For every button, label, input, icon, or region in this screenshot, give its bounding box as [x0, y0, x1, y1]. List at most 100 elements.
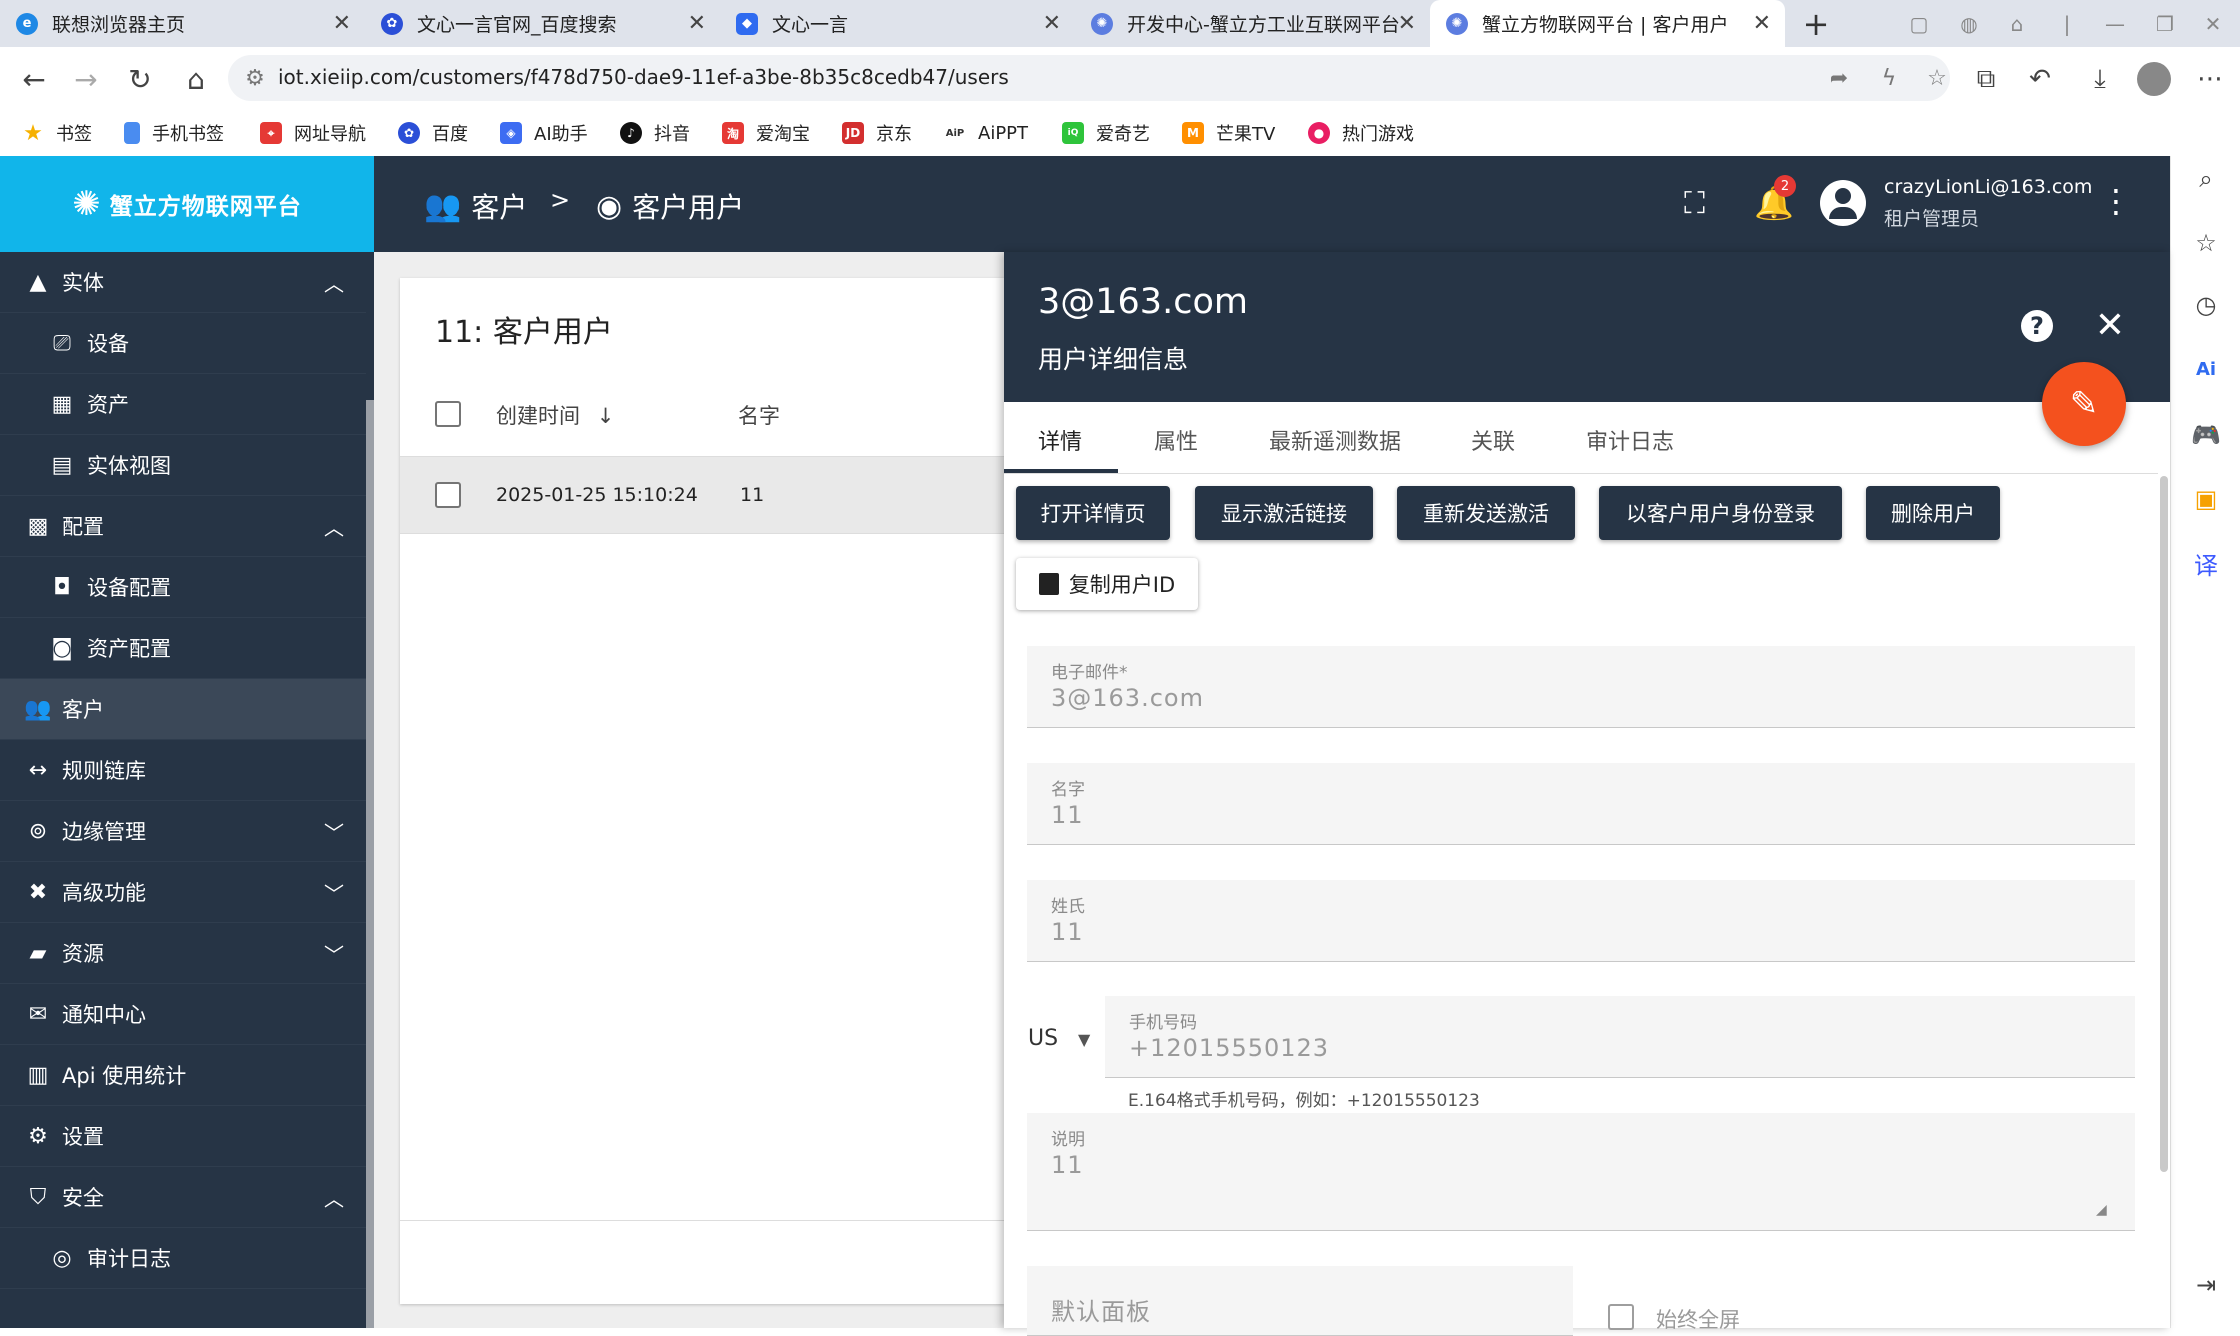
close-icon[interactable]: ✕ [1753, 11, 1771, 36]
always-fullscreen-checkbox[interactable] [1608, 1304, 1634, 1330]
browser-tab[interactable]: e 联想浏览器主页 ✕ [0, 0, 365, 47]
bookmark-item[interactable]: 手机书签 [124, 117, 224, 149]
sidebar-item-entities[interactable]: ▲ 实体 ︿ [0, 252, 366, 313]
gamepad-icon[interactable]: 🎮 [2189, 418, 2223, 452]
home-icon[interactable]: ⌂ [176, 59, 216, 99]
restore-icon[interactable]: ❐ [2148, 8, 2182, 40]
bookmark-item[interactable]: ✿ 百度 [398, 117, 468, 149]
row-checkbox[interactable] [435, 482, 461, 508]
first-name-field[interactable]: 名字 11 [1027, 763, 2135, 845]
sidebar-item-assets[interactable]: ▦ 资产 [0, 374, 366, 435]
resend-activation-button[interactable]: 重新发送激活 [1397, 486, 1575, 540]
chevron-down-icon[interactable]: ﹀ [324, 939, 344, 968]
new-tab-plus-icon[interactable]: + [1796, 4, 1836, 44]
sidebar-item-asset-profiles[interactable]: ◙ 资产配置 [0, 618, 366, 679]
app-logo[interactable]: ✺ 蟹立方物联网平台 [0, 156, 374, 252]
chevron-up-icon[interactable]: ︿ [324, 1183, 344, 1212]
chevron-down-icon[interactable]: ﹀ [324, 878, 344, 907]
tab-latest-telemetry[interactable]: 最新遥测数据 [1269, 424, 1401, 456]
more-vert-icon[interactable]: ⋮ [2100, 182, 2132, 220]
collapse-panel-icon[interactable]: ⇥ [2189, 1268, 2223, 1302]
reload-icon[interactable]: ↻ [120, 59, 160, 99]
url-bar[interactable]: ⚙ iot.xieiip.com/customers/f478d750-dae9… [228, 55, 1950, 101]
browser-tab[interactable]: ✺ 开发中心-蟹立方工业互联网平台 ✕ [1075, 0, 1430, 47]
dropdown-caret-icon[interactable]: ▼ [1078, 1030, 1090, 1049]
last-name-field[interactable]: 姓氏 11 [1027, 880, 2135, 962]
email-field[interactable]: 电子邮件* 3@163.com [1027, 646, 2135, 728]
fullscreen-icon[interactable]: ⛶ [1684, 186, 1705, 221]
user-avatar-icon[interactable] [1820, 180, 1866, 226]
close-icon[interactable]: ✕ [688, 11, 706, 36]
sidebar-item-advanced[interactable]: ✖ 高级功能 ﹀ [0, 862, 366, 923]
back-arrow-icon[interactable]: ← [14, 59, 54, 99]
sidebar-item-customers[interactable]: 👥 客户 [0, 679, 366, 740]
browser-tab[interactable]: ◆ 文心一言 ✕ [720, 0, 1075, 47]
sidebar-item-device-profiles[interactable]: ◘ 设备配置 [0, 557, 366, 618]
show-activation-link-button[interactable]: 显示激活链接 [1195, 486, 1373, 540]
close-icon[interactable]: ✕ [333, 11, 351, 36]
undo-history-icon[interactable]: ↶ [2020, 59, 2060, 99]
close-icon[interactable]: ✕ [2090, 305, 2130, 346]
chevron-down-icon[interactable]: ﹀ [324, 817, 344, 846]
sidebar-item-settings[interactable]: ⚙ 设置 [0, 1106, 366, 1167]
profile-avatar-icon[interactable] [2134, 59, 2174, 99]
copy-user-id-button[interactable]: 复制用户ID [1016, 558, 1198, 610]
close-icon[interactable]: ✕ [1398, 11, 1416, 36]
open-details-page-button[interactable]: 打开详情页 [1016, 486, 1170, 540]
sidebar-item-api-usage[interactable]: ▥ Api 使用统计 [0, 1045, 366, 1106]
user-email[interactable]: crazyLionLi@163.com [1884, 176, 2092, 198]
bookmark-item[interactable]: 淘爱淘宝 [722, 117, 810, 149]
sidebar-item-rule-chains[interactable]: ↔ 规则链库 [0, 740, 366, 801]
column-header-created-time[interactable]: 创建时间 ↓ [496, 400, 614, 430]
bookmark-item[interactable]: iQ 爱奇艺 [1062, 117, 1150, 149]
tab-attributes[interactable]: 属性 [1154, 424, 1198, 456]
tab-audit-logs[interactable]: 审计日志 [1586, 424, 1674, 456]
delete-user-button[interactable]: 删除用户 [1866, 486, 2000, 540]
translate-icon[interactable]: 译 [2189, 546, 2223, 580]
bookmark-item[interactable]: AiP AiPPT [944, 117, 1028, 149]
phone-field[interactable]: 手机号码 +12015550123 [1105, 996, 2135, 1078]
column-header-name[interactable]: 名字 [738, 400, 780, 430]
share-icon[interactable]: ➦ [1824, 63, 1854, 93]
sidebar-item-security[interactable]: ⛉ 安全 ︿ [0, 1167, 366, 1228]
sidebar-item-devices[interactable]: ⎚ 设备 [0, 313, 366, 374]
browser-tab[interactable]: ✿ 文心一言官网_百度搜索 ✕ [365, 0, 720, 47]
site-info-icon[interactable]: ⚙ [240, 63, 270, 93]
shirt-icon[interactable]: ⌂ [2000, 8, 2034, 40]
textarea-resize-handle-icon[interactable]: ◢ [2096, 1202, 2107, 1218]
bookmark-item[interactable]: JD 京东 [842, 117, 912, 149]
forward-arrow-icon[interactable]: → [66, 59, 106, 99]
extensions-icon[interactable]: ⧉ [1966, 59, 2006, 99]
sort-arrow-down-icon[interactable]: ↓ [597, 404, 615, 428]
close-icon[interactable]: ✕ [1043, 11, 1061, 36]
sidebar-item-profiles[interactable]: ▩ 配置 ︿ [0, 496, 366, 557]
search-icon[interactable]: ⌕ [2189, 162, 2223, 196]
toolbox-icon[interactable]: ▣ [2189, 482, 2223, 516]
phone-country-select[interactable]: US [1028, 1026, 1058, 1051]
sidebar-item-audit-logs[interactable]: ◎ 审计日志 [0, 1228, 366, 1289]
tab-relations[interactable]: 关联 [1471, 424, 1515, 456]
select-all-checkbox[interactable] [435, 401, 461, 427]
sidebar-item-edge[interactable]: ⊚ 边缘管理 ﹀ [0, 801, 366, 862]
window-close-icon[interactable]: ✕ [2196, 8, 2230, 40]
ai-icon[interactable]: Ai [2189, 352, 2223, 386]
edit-pencil-button[interactable]: ✎ [2042, 362, 2126, 446]
help-icon[interactable]: ? [2021, 310, 2053, 342]
login-as-customer-user-button[interactable]: 以客户用户身份登录 [1599, 486, 1842, 540]
download-icon[interactable]: ⤓ [2080, 59, 2120, 99]
favorites-star-icon[interactable]: ☆ [2189, 226, 2223, 260]
description-field[interactable]: 说明 11 [1027, 1113, 2135, 1231]
url-text[interactable]: iot.xieiip.com/customers/f478d750-dae9-1… [278, 65, 1009, 89]
sidebar-item-notification-center[interactable]: ✉ 通知中心 [0, 984, 366, 1045]
minimize-icon[interactable]: — [2098, 8, 2132, 40]
incognito-icon[interactable]: ◍ [1952, 8, 1986, 40]
split-screen-icon[interactable]: ▢ [1902, 8, 1936, 40]
browser-tab-active[interactable]: ✺ 蟹立方物联网平台 | 客户用户 ✕ [1430, 0, 1785, 47]
table-row[interactable] [400, 456, 1004, 534]
bookmark-item[interactable]: ● 热门游戏 [1308, 117, 1414, 149]
bookmark-item[interactable]: ◈ AI助手 [500, 117, 588, 149]
default-dashboard-field[interactable]: 默认面板 [1027, 1266, 1573, 1336]
breadcrumb-customers[interactable]: 👥 客户 [424, 186, 527, 226]
drawer-scrollbar[interactable] [2160, 476, 2168, 1172]
sidebar-scrollbar[interactable] [366, 400, 374, 1328]
